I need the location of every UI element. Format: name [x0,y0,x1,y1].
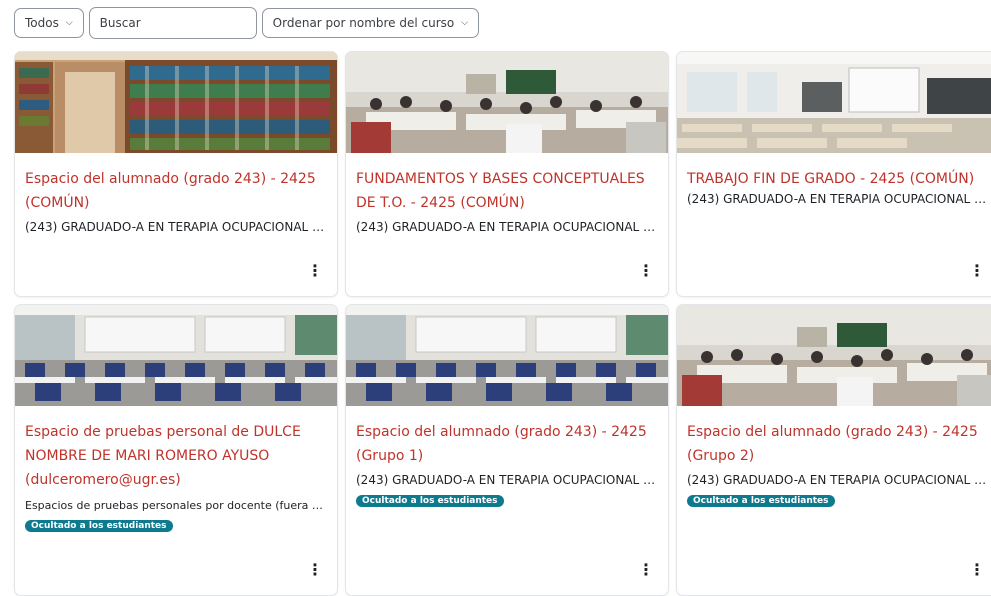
chevron-down-icon: ⌵ [461,18,469,28]
course-card[interactable]: Espacio del alumnado (grado 243) - 2425 … [345,304,669,596]
course-image-library[interactable] [15,52,337,153]
filter-label: Todos [25,16,59,30]
course-title[interactable]: Espacio del alumnado (grado 243) - 2425 … [687,420,989,468]
course-title[interactable]: Espacio de pruebas personal de DULCE NOM… [25,420,327,492]
course-card[interactable]: Espacio del alumnado (grado 243) - 2425 … [676,304,991,596]
three-dots-vertical-icon[interactable]: ⋮ [307,263,323,279]
sort-dropdown[interactable]: Ordenar por nombre del curso ⌵ [261,8,480,38]
course-card[interactable]: Espacio del alumnado (grado 243) - 2425 … [14,51,338,297]
hidden-status-badge: Ocultado a los estudiantes [356,495,504,507]
course-title[interactable]: Espacio del alumnado (grado 243) - 2425 … [356,420,658,468]
course-title[interactable]: Espacio del alumnado (grado 243) - 2425 … [25,167,327,215]
search-input[interactable] [88,7,257,39]
course-category: (243) GRADUADO-A EN TERAPIA OCUPACIONAL … [25,220,327,234]
course-card[interactable]: FUNDAMENTOS Y BASES CONCEPTUALES DE T.O.… [345,51,669,297]
hidden-status-badge: Ocultado a los estudiantes [25,520,173,532]
course-image-empty-room[interactable] [677,52,991,153]
three-dots-vertical-icon[interactable]: ⋮ [969,562,985,578]
three-dots-vertical-icon[interactable]: ⋮ [307,562,323,578]
course-category: (243) GRADUADO-A EN TERAPIA OCUPACIONAL … [356,473,658,487]
course-image-students[interactable] [677,305,991,406]
course-card[interactable]: TRABAJO FIN DE GRADO - 2425 (COMÚN) (243… [676,51,991,297]
course-title[interactable]: FUNDAMENTOS Y BASES CONCEPTUALES DE T.O.… [356,167,658,215]
course-title[interactable]: TRABAJO FIN DE GRADO - 2425 (COMÚN) [687,167,989,191]
course-category: (243) GRADUADO-A EN TERAPIA OCUPACIONAL … [687,473,989,487]
three-dots-vertical-icon[interactable]: ⋮ [638,263,654,279]
hidden-status-badge: Ocultado a los estudiantes [687,495,835,507]
course-category: (243) GRADUADO-A EN TERAPIA OCUPACIONAL … [356,220,658,234]
three-dots-vertical-icon[interactable]: ⋮ [969,263,985,279]
course-card[interactable]: Espacio de pruebas personal de DULCE NOM… [14,304,338,596]
course-image-classroom[interactable] [15,305,337,406]
course-image-students[interactable] [346,52,668,153]
course-category: Espacios de pruebas personales por docen… [25,499,327,512]
course-image-classroom[interactable] [346,305,668,406]
sort-label: Ordenar por nombre del curso [272,16,455,30]
course-toolbar: Todos ⌵ Ordenar por nombre del curso ⌵ [14,6,480,40]
chevron-down-icon: ⌵ [65,18,73,28]
course-category: (243) GRADUADO-A EN TERAPIA OCUPACIONAL … [687,192,989,206]
filter-dropdown[interactable]: Todos ⌵ [14,8,84,38]
three-dots-vertical-icon[interactable]: ⋮ [638,562,654,578]
